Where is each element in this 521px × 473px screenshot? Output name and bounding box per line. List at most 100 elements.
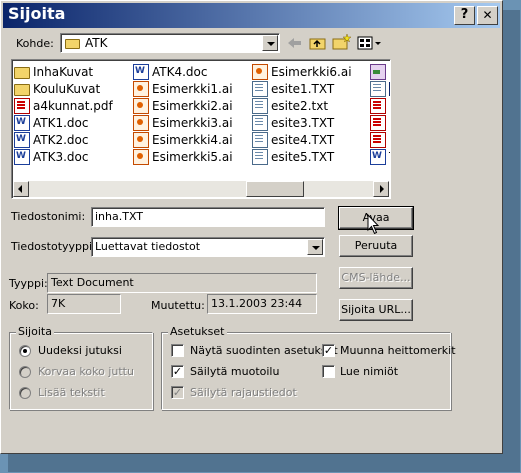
view-menu-icon[interactable] xyxy=(357,36,383,50)
filename-input[interactable]: inha.TXT xyxy=(91,207,325,227)
ai-file-icon xyxy=(133,80,149,97)
close-button[interactable]: ✕ xyxy=(477,6,498,25)
file-name: Esimerkki2.ai xyxy=(152,98,233,113)
type-value: Text Document xyxy=(47,273,317,293)
file-item[interactable]: esite5.TXT xyxy=(252,148,368,165)
modified-label: Muutettu: xyxy=(151,299,205,312)
file-name: Esimerkki4.ai xyxy=(152,132,233,147)
pdf-file-icon xyxy=(370,114,386,131)
radio-insert-text-label[interactable]: Lisää tekstit xyxy=(38,386,105,400)
read-names-label[interactable]: Lue nimiöt xyxy=(340,365,398,379)
chevron-down-icon[interactable] xyxy=(307,239,323,255)
file-item[interactable]: esite1.TXT xyxy=(252,80,368,97)
file-name: esite3.TXT xyxy=(271,115,335,130)
file-name: ATK2.doc xyxy=(33,132,89,147)
file-item[interactable]: Esimerkki5.ai xyxy=(133,148,251,165)
convert-quotes-label[interactable]: Muunna heittomerkit xyxy=(340,344,456,358)
file-item[interactable]: Nime xyxy=(370,131,390,148)
help-button[interactable]: ? xyxy=(454,6,475,25)
window-title: Sijoita xyxy=(8,4,66,23)
img-file-icon xyxy=(370,63,386,80)
filename-value: inha.TXT xyxy=(95,210,144,223)
file-name: Nime xyxy=(389,116,390,130)
radio-replace-story-label[interactable]: Korvaa koko juttu xyxy=(38,365,134,379)
place-url-button[interactable]: Sijoita URL... xyxy=(339,299,413,321)
file-name: Esimerkki6.ai xyxy=(271,64,352,79)
show-filter-settings-label[interactable]: Näytä suodinten asetukset xyxy=(190,344,338,358)
keep-layout-label[interactable]: Säilytä rajaustiedot xyxy=(190,386,297,400)
show-filter-settings-checkbox[interactable] xyxy=(171,344,184,357)
cancel-button[interactable]: Peruuta xyxy=(339,235,413,257)
file-name: inha. xyxy=(389,81,390,96)
file-item[interactable]: Esimerkki6.ai xyxy=(252,63,368,80)
file-name: esite2.txt xyxy=(271,98,329,113)
radio-new-story[interactable] xyxy=(19,345,31,357)
radio-new-story-label[interactable]: Uudeksi jutuksi xyxy=(38,344,122,358)
keep-formatting-label[interactable]: Säilytä muotoilu xyxy=(190,365,279,379)
new-folder-icon[interactable] xyxy=(332,33,352,51)
file-item[interactable]: esite2.txt xyxy=(252,97,368,114)
file-list[interactable]: InhaKuvat KouluKuvat a4kunnat.pdf ATK1.doc A… xyxy=(11,59,391,199)
scrollbar-thumb[interactable] xyxy=(246,181,304,197)
chevron-down-icon[interactable] xyxy=(262,35,278,51)
file-item[interactable]: Esite xyxy=(370,63,390,80)
file-item[interactable]: esite3.TXT xyxy=(252,114,368,131)
file-item[interactable]: Esimerkki3.ai xyxy=(133,114,251,131)
file-item[interactable]: ATK1.doc xyxy=(14,114,132,131)
up-folder-icon[interactable] xyxy=(309,35,327,51)
place-dialog: Sijoita ? ✕ Kohde: ATK InhaKuvat KouluKuv… xyxy=(0,0,503,454)
ai-file-icon xyxy=(133,97,149,114)
file-name: ATK1.doc xyxy=(33,115,89,130)
radio-insert-text[interactable] xyxy=(19,387,31,399)
file-name: Esimerkki3.ai xyxy=(152,115,233,130)
file-item[interactable]: Tehta xyxy=(370,148,390,165)
folder-file-icon xyxy=(14,66,30,79)
file-item[interactable]: InhaKuvat xyxy=(14,63,132,80)
scroll-right-icon[interactable] xyxy=(373,181,389,197)
location-dropdown[interactable]: ATK xyxy=(60,33,280,53)
type-label: Tyyppi: xyxy=(9,277,48,290)
file-item[interactable]: Esimerkki4.ai xyxy=(133,131,251,148)
file-item[interactable]: Esimerkki1.ai xyxy=(133,80,251,97)
location-value: ATK xyxy=(85,36,108,50)
pdf-file-icon xyxy=(14,97,30,114)
keep-formatting-checkbox[interactable]: ✓ xyxy=(171,365,184,378)
file-item[interactable]: Nime xyxy=(370,97,390,114)
txt-file-icon xyxy=(370,80,386,97)
back-arrow-icon[interactable] xyxy=(287,36,303,50)
file-name: esite5.TXT xyxy=(271,149,335,164)
horizontal-scrollbar[interactable] xyxy=(13,181,389,197)
file-name: KouluKuvat xyxy=(33,81,101,96)
txt-file-icon xyxy=(252,148,268,165)
scroll-left-icon[interactable] xyxy=(13,181,29,197)
filename-label: Tiedostonimi: xyxy=(11,210,86,223)
file-item[interactable]: esite4.TXT xyxy=(252,131,368,148)
file-item[interactable]: ATK3.doc xyxy=(14,148,132,165)
filetype-label: Tiedostotyyppi: xyxy=(11,240,96,253)
word-file-icon xyxy=(370,148,386,165)
settings-legend: Asetukset xyxy=(168,325,227,339)
keep-layout-checkbox[interactable]: ✓ xyxy=(171,386,184,399)
file-name: InhaKuvat xyxy=(33,64,94,79)
mouse-cursor-icon xyxy=(367,213,381,236)
radio-replace-story[interactable] xyxy=(19,366,31,378)
convert-quotes-checkbox[interactable]: ✓ xyxy=(322,344,335,357)
file-item[interactable]: KouluKuvat xyxy=(14,80,132,97)
file-item[interactable]: Esimerkki2.ai xyxy=(133,97,251,114)
file-item[interactable]: inha. xyxy=(370,80,390,97)
word-file-icon xyxy=(14,114,30,131)
cms-source-button[interactable]: CMS-lähde... xyxy=(339,267,413,289)
read-names-checkbox[interactable] xyxy=(322,365,335,378)
file-name: Esite xyxy=(389,65,390,79)
filetype-dropdown[interactable]: Luettavat tiedostot xyxy=(91,237,325,257)
size-value: 7K xyxy=(47,294,121,314)
ai-file-icon xyxy=(133,114,149,131)
file-item[interactable]: Nime xyxy=(370,114,390,131)
file-item[interactable]: ATK2.doc xyxy=(14,131,132,148)
file-item[interactable]: ATK4.doc xyxy=(133,63,251,80)
file-item[interactable]: a4kunnat.pdf xyxy=(14,97,132,114)
title-bar[interactable] xyxy=(3,3,500,28)
file-name: esite4.TXT xyxy=(271,132,335,147)
folder-icon xyxy=(65,39,80,49)
ai-file-icon xyxy=(133,131,149,148)
